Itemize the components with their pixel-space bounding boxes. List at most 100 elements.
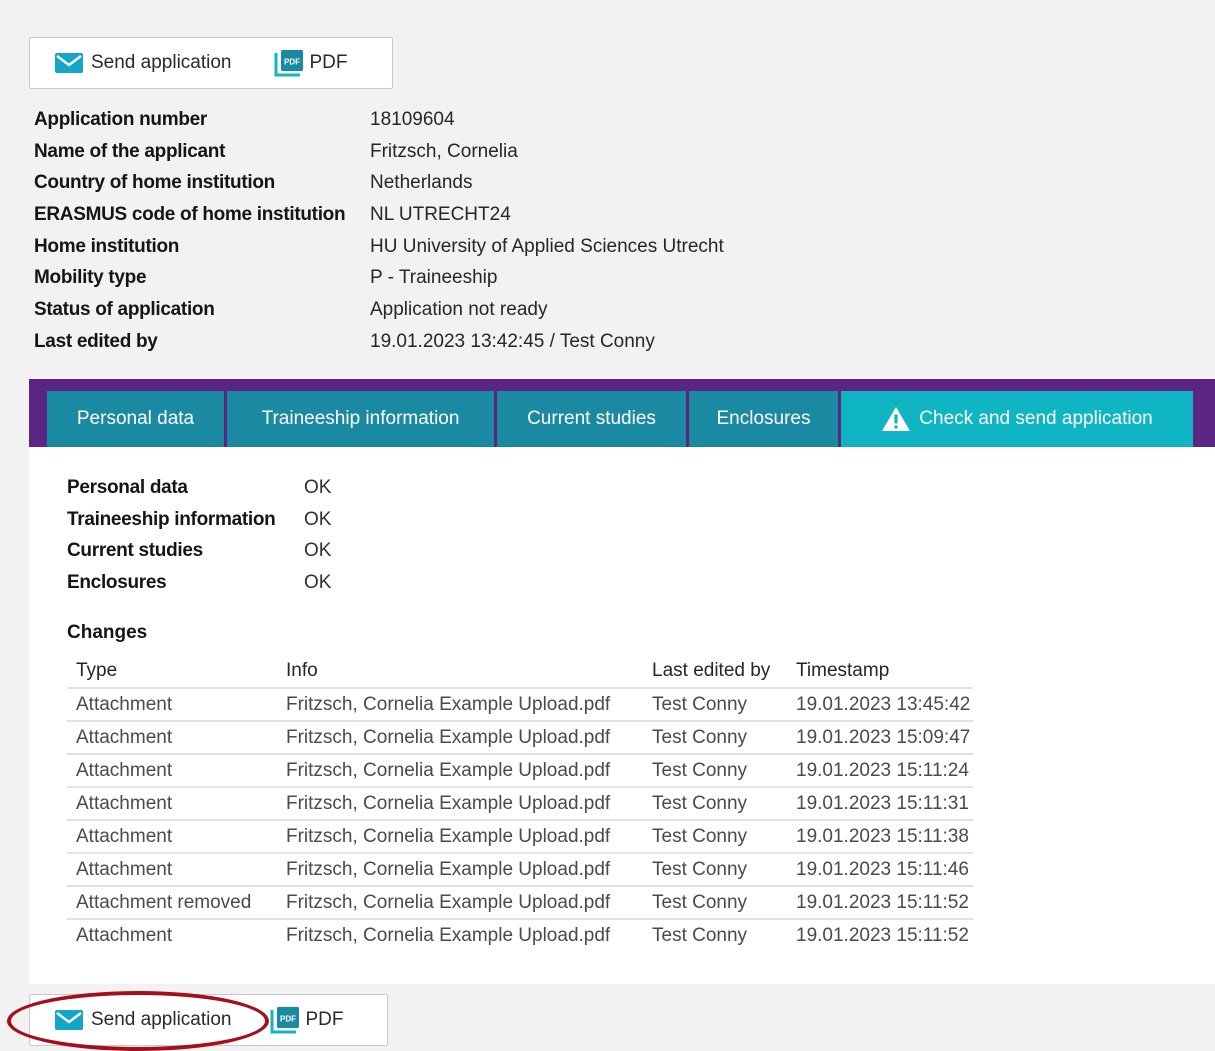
check-status: OK (304, 508, 332, 530)
summary-row: Home institution HU University of Applied… (34, 231, 724, 263)
cell-info: Fritzsch, Cornelia Example Upload.pdf (277, 786, 643, 820)
section-check-list: Personal data OK Traineeship information O… (67, 472, 331, 599)
cell-info: Fritzsch, Cornelia Example Upload.pdf (277, 720, 643, 754)
column-header-info: Info (286, 660, 318, 681)
send-application-button[interactable]: Send application (54, 52, 232, 74)
cell-info: Fritzsch, Cornelia Example Upload.pdf (277, 918, 643, 951)
send-application-button[interactable]: Send application (54, 1009, 232, 1031)
tab-label: Personal data (76, 408, 195, 429)
envelope-icon (54, 52, 84, 74)
table-row: Attachment Fritzsch, Cornelia Example Upl… (67, 687, 974, 721)
cell-last-edited-by: Test Conny (643, 918, 787, 951)
table-row: Attachment Fritzsch, Cornelia Example Upl… (67, 852, 974, 886)
column-header-timestamp: Timestamp (796, 660, 890, 681)
summary-value: HU University of Applied Sciences Utrech… (370, 235, 724, 257)
summary-label: ERASMUS code of home institution (34, 203, 346, 225)
cell-type: Attachment (67, 852, 277, 886)
summary-value: Netherlands (370, 172, 473, 194)
tab-current-studies[interactable]: Current studies (497, 391, 686, 447)
cell-timestamp: 19.01.2023 15:11:38 (787, 819, 974, 853)
tab-traineeship-information[interactable]: Traineeship information (227, 391, 494, 447)
cell-timestamp: 19.01.2023 15:11:31 (787, 786, 974, 820)
table-row: Attachment Fritzsch, Cornelia Example Upl… (67, 786, 974, 820)
changes-table: Type Info Last edited by Timestamp Attac… (67, 655, 974, 951)
cell-timestamp: 19.01.2023 15:11:46 (787, 852, 974, 886)
check-label: Current studies (67, 540, 203, 562)
send-application-label: Send application (91, 52, 232, 73)
changes-header-row: Type Info Last edited by Timestamp (67, 655, 973, 688)
pdf-button[interactable]: PDF PDF (274, 49, 348, 77)
cell-info: Fritzsch, Cornelia Example Upload.pdf (277, 753, 643, 787)
summary-label: Country of home institution (34, 172, 275, 194)
cell-last-edited-by: Test Conny (643, 852, 787, 886)
tab-bar: Personal data Traineeship information Cu… (29, 379, 1215, 447)
summary-row: Mobility type P - Traineeship (34, 262, 724, 294)
cell-timestamp: 19.01.2023 15:11:52 (787, 885, 974, 919)
cell-info: Fritzsch, Cornelia Example Upload.pdf (277, 852, 643, 886)
summary-row: Name of the applicant Fritzsch, Cornelia (34, 136, 724, 168)
summary-value: Fritzsch, Cornelia (370, 140, 518, 162)
summary-row: Country of home institution Netherlands (34, 167, 724, 199)
summary-value: NL UTRECHT24 (370, 203, 511, 225)
bottom-toolbar: Send application PDF PDF (29, 994, 388, 1046)
summary-value: 18109604 (370, 108, 455, 130)
cell-type: Attachment (67, 786, 277, 820)
summary-label: Status of application (34, 298, 215, 320)
tab-label: Enclosures (716, 408, 811, 429)
table-row: Attachment Fritzsch, Cornelia Example Upl… (67, 720, 974, 754)
summary-value: Application not ready (370, 298, 548, 320)
pdf-file-icon: PDF (274, 49, 304, 77)
check-label: Personal data (67, 476, 188, 498)
tab-enclosures[interactable]: Enclosures (689, 391, 838, 447)
cell-timestamp: 19.01.2023 15:11:24 (787, 753, 974, 787)
pdf-label: PDF (305, 1009, 344, 1030)
check-status: OK (304, 571, 332, 593)
cell-last-edited-by: Test Conny (643, 753, 787, 787)
tab-label: Check and send application (919, 408, 1153, 429)
top-toolbar: Send application PDF PDF (29, 37, 393, 89)
cell-info: Fritzsch, Cornelia Example Upload.pdf (277, 687, 643, 721)
send-application-label: Send application (91, 1009, 232, 1030)
check-status: OK (304, 540, 332, 562)
cell-type: Attachment (67, 819, 277, 853)
envelope-icon (54, 1009, 84, 1031)
svg-text:PDF: PDF (280, 1015, 296, 1024)
summary-label: Home institution (34, 235, 180, 257)
column-header-type: Type (76, 660, 118, 681)
check-row: Enclosures OK (67, 567, 331, 599)
tab-personal-data[interactable]: Personal data (47, 391, 224, 447)
column-header-last-edited-by: Last edited by (652, 660, 771, 681)
check-label: Traineeship information (67, 508, 276, 530)
cell-type: Attachment (67, 753, 277, 787)
table-row: Attachment Fritzsch, Cornelia Example Upl… (67, 753, 974, 787)
warning-icon (881, 406, 911, 432)
cell-type: Attachment (67, 720, 277, 754)
check-status: OK (304, 476, 332, 498)
table-row: Attachment Fritzsch, Cornelia Example Upl… (67, 918, 974, 951)
tab-label: Traineeship information (261, 408, 460, 429)
tab-check-and-send-application[interactable]: Check and send application (841, 391, 1193, 447)
cell-last-edited-by: Test Conny (643, 687, 787, 721)
cell-last-edited-by: Test Conny (643, 885, 787, 919)
application-summary: Application number 18109604 Name of the a… (34, 104, 724, 358)
pdf-file-icon: PDF (270, 1006, 300, 1034)
cell-timestamp: 19.01.2023 15:09:47 (787, 720, 974, 754)
pdf-button[interactable]: PDF PDF (270, 1006, 344, 1034)
svg-text:PDF: PDF (284, 58, 300, 67)
changes-heading: Changes (67, 622, 148, 643)
summary-row: Last edited by 19.01.2023 13:42:45 / Test… (34, 326, 724, 358)
summary-row: Status of application Application not rea… (34, 294, 724, 326)
table-row: Attachment Fritzsch, Cornelia Example Upl… (67, 819, 974, 853)
check-row: Personal data OK (67, 472, 331, 504)
check-row: Current studies OK (67, 535, 331, 567)
cell-last-edited-by: Test Conny (643, 819, 787, 853)
cell-timestamp: 19.01.2023 13:45:42 (787, 687, 974, 721)
summary-row: Application number 18109604 (34, 104, 724, 136)
check-and-send-panel: Personal data OK Traineeship information O… (29, 447, 1215, 984)
cell-info: Fritzsch, Cornelia Example Upload.pdf (277, 819, 643, 853)
cell-info: Fritzsch, Cornelia Example Upload.pdf (277, 885, 643, 919)
cell-type: Attachment (67, 918, 277, 951)
summary-label: Name of the applicant (34, 140, 226, 162)
check-row: Traineeship information OK (67, 504, 331, 536)
cell-last-edited-by: Test Conny (643, 786, 787, 820)
